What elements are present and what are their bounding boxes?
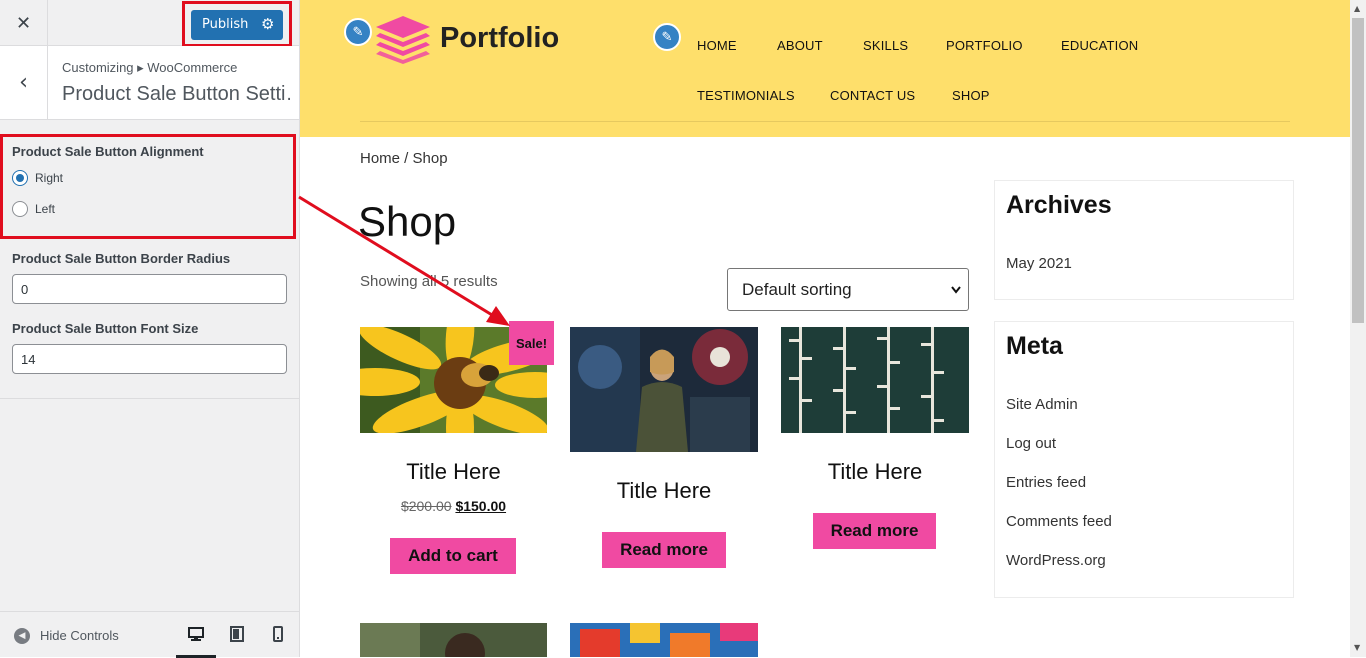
nav-portfolio[interactable]: PORTFOLIO [946,38,1023,53]
font-size-label: Product Sale Button Font Size [12,321,199,336]
regular-price: $200.00 [400,498,452,514]
edit-logo-icon[interactable]: ✎ [344,18,372,46]
archives-title: Archives [1006,191,1112,219]
product-title[interactable]: Title Here [360,459,547,485]
meta-link-entries-feed[interactable]: Entries feed [1006,474,1086,491]
product-image[interactable] [360,623,547,657]
gear-icon[interactable]: ⚙ [261,15,274,33]
product-image[interactable] [570,623,758,657]
border-radius-label: Product Sale Button Border Radius [12,251,231,266]
collapse-icon[interactable]: ◀ [14,628,30,644]
radio-right[interactable] [12,170,28,186]
meta-link-wordpress[interactable]: WordPress.org [1006,552,1106,569]
read-more-button[interactable]: Read more [813,513,936,549]
close-icon[interactable]: ✕ [0,0,48,46]
section-nav: ‹ Customizing ▸ WooCommerce Product Sale… [0,46,299,120]
result-count: Showing all 5 results [360,273,498,290]
nav-education[interactable]: EDUCATION [1061,38,1138,53]
edit-menu-icon[interactable]: ✎ [653,23,681,51]
customizer-header: ✕ Publish ⚙ [0,0,299,47]
chevron-down-icon [950,269,962,328]
product-image-marina[interactable] [781,327,969,433]
customizer-panel: ✕ Publish ⚙ ‹ Customizing ▸ WooCommerce … [0,0,300,658]
page-title: Shop [358,198,457,245]
publish-highlight: Publish ⚙ [182,1,292,47]
scroll-up-icon[interactable]: ▲ [1354,4,1360,13]
nav-skills[interactable]: SKILLS [863,38,908,53]
sale-price: $150.00 [455,498,507,514]
chevron-left-icon[interactable]: ‹ [0,46,48,119]
radio-right-label[interactable]: Right [35,171,63,185]
sorting-value: Default sorting [742,280,852,299]
product-title[interactable]: Title Here [570,478,758,504]
border-radius-input[interactable] [12,274,287,304]
scrollbar[interactable]: ▲ ▼ [1350,0,1366,657]
customizer-footer: ◀ Hide Controls [0,611,299,658]
archive-link[interactable]: May 2021 [1006,255,1072,272]
product-title[interactable]: Title Here [781,459,969,485]
publish-button[interactable]: Publish ⚙ [191,10,283,40]
desktop-icon[interactable] [188,626,204,642]
customizer-breadcrumb: Customizing ▸ WooCommerce [62,60,238,75]
radio-left[interactable] [12,201,28,217]
section-title: Product Sale Button Setti… [62,83,290,105]
divider [0,398,299,399]
site-title[interactable]: Portfolio [440,22,559,55]
publish-label: Publish [202,17,249,32]
site-preview: ✎ Portfolio ✎ HOME ABOUT SKILLS PORTFOLI… [300,0,1350,657]
tablet-icon[interactable] [229,626,245,642]
header-divider [360,121,1290,122]
font-size-input[interactable] [12,344,287,374]
site-header: ✎ Portfolio ✎ HOME ABOUT SKILLS PORTFOLI… [300,0,1350,137]
nav-about[interactable]: ABOUT [777,38,823,53]
sale-badge: Sale! [509,321,554,365]
sorting-select[interactable]: Default sorting [727,268,969,311]
logo-icon[interactable] [374,14,432,64]
breadcrumb[interactable]: Home / Shop [360,150,448,167]
scrollbar-thumb[interactable] [1352,18,1364,323]
read-more-button[interactable]: Read more [602,532,726,568]
nav-testimonials[interactable]: TESTIMONIALS [697,88,795,103]
meta-link-site-admin[interactable]: Site Admin [1006,396,1078,413]
meta-widget: Meta Site Admin Log out Entries feed Com… [994,321,1294,598]
archives-widget: Archives May 2021 [994,180,1294,300]
radio-left-label[interactable]: Left [35,202,55,216]
mobile-icon[interactable] [270,626,286,642]
product-image-woman[interactable] [570,327,758,452]
product-price: $200.00 $150.00 [360,498,547,514]
nav-home[interactable]: HOME [697,38,737,53]
alignment-label: Product Sale Button Alignment [12,144,204,159]
scroll-down-icon[interactable]: ▼ [1354,643,1360,652]
add-to-cart-button[interactable]: Add to cart [390,538,516,574]
meta-title: Meta [1006,332,1063,360]
nav-contact-us[interactable]: CONTACT US [830,88,915,103]
nav-shop[interactable]: SHOP [952,88,990,103]
meta-link-comments-feed[interactable]: Comments feed [1006,513,1112,530]
hide-controls-button[interactable]: Hide Controls [40,628,119,643]
meta-link-log-out[interactable]: Log out [1006,435,1056,452]
